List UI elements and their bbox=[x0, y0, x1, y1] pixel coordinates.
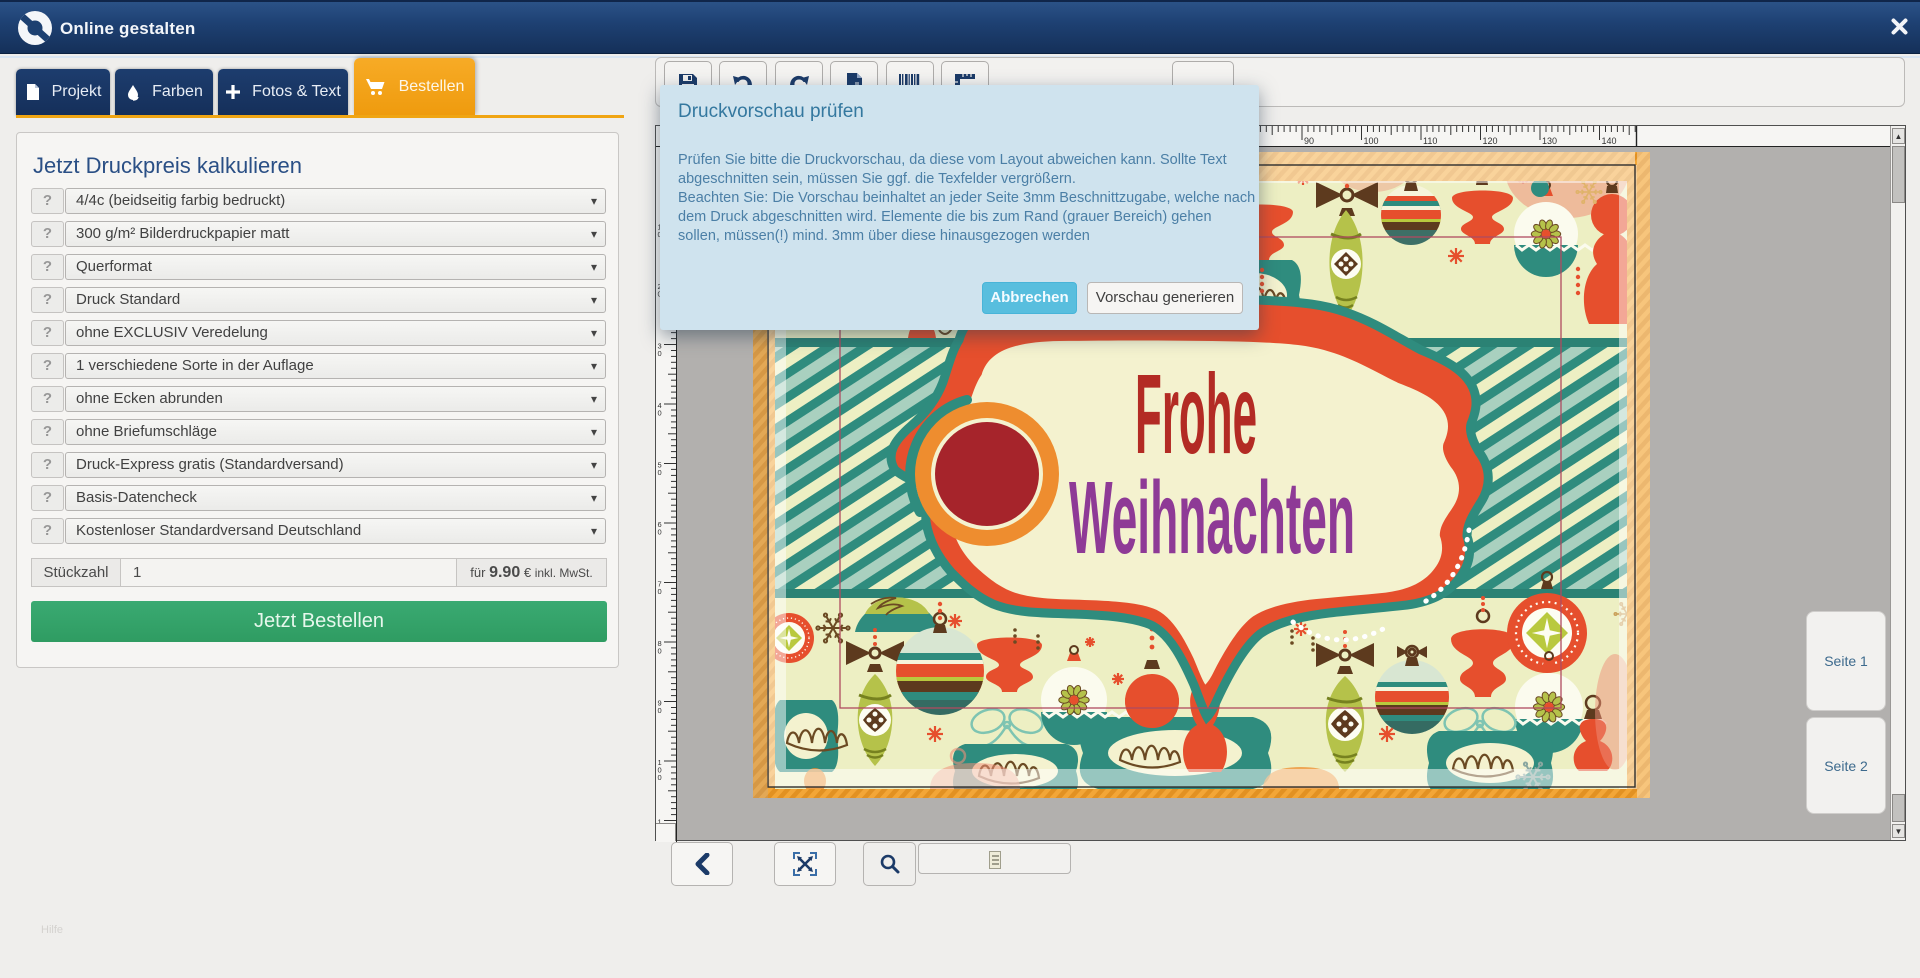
svg-text:0: 0 bbox=[658, 528, 662, 537]
svg-text:0: 0 bbox=[658, 773, 662, 782]
svg-text:100: 100 bbox=[1364, 136, 1379, 146]
svg-text:90: 90 bbox=[1304, 136, 1314, 146]
svg-text:0: 0 bbox=[658, 349, 662, 358]
svg-text:130: 130 bbox=[1542, 136, 1557, 146]
svg-text:Weihnachten: Weihnachten bbox=[1069, 460, 1355, 575]
svg-text:120: 120 bbox=[1483, 136, 1498, 146]
svg-text:140: 140 bbox=[1602, 136, 1617, 146]
svg-text:0: 0 bbox=[658, 468, 662, 477]
svg-text:Frohe: Frohe bbox=[1135, 351, 1257, 477]
svg-text:110: 110 bbox=[1423, 136, 1437, 146]
svg-text:0: 0 bbox=[658, 587, 662, 596]
svg-text:0: 0 bbox=[658, 706, 662, 715]
svg-text:0: 0 bbox=[658, 647, 662, 656]
svg-text:0: 0 bbox=[658, 409, 662, 418]
